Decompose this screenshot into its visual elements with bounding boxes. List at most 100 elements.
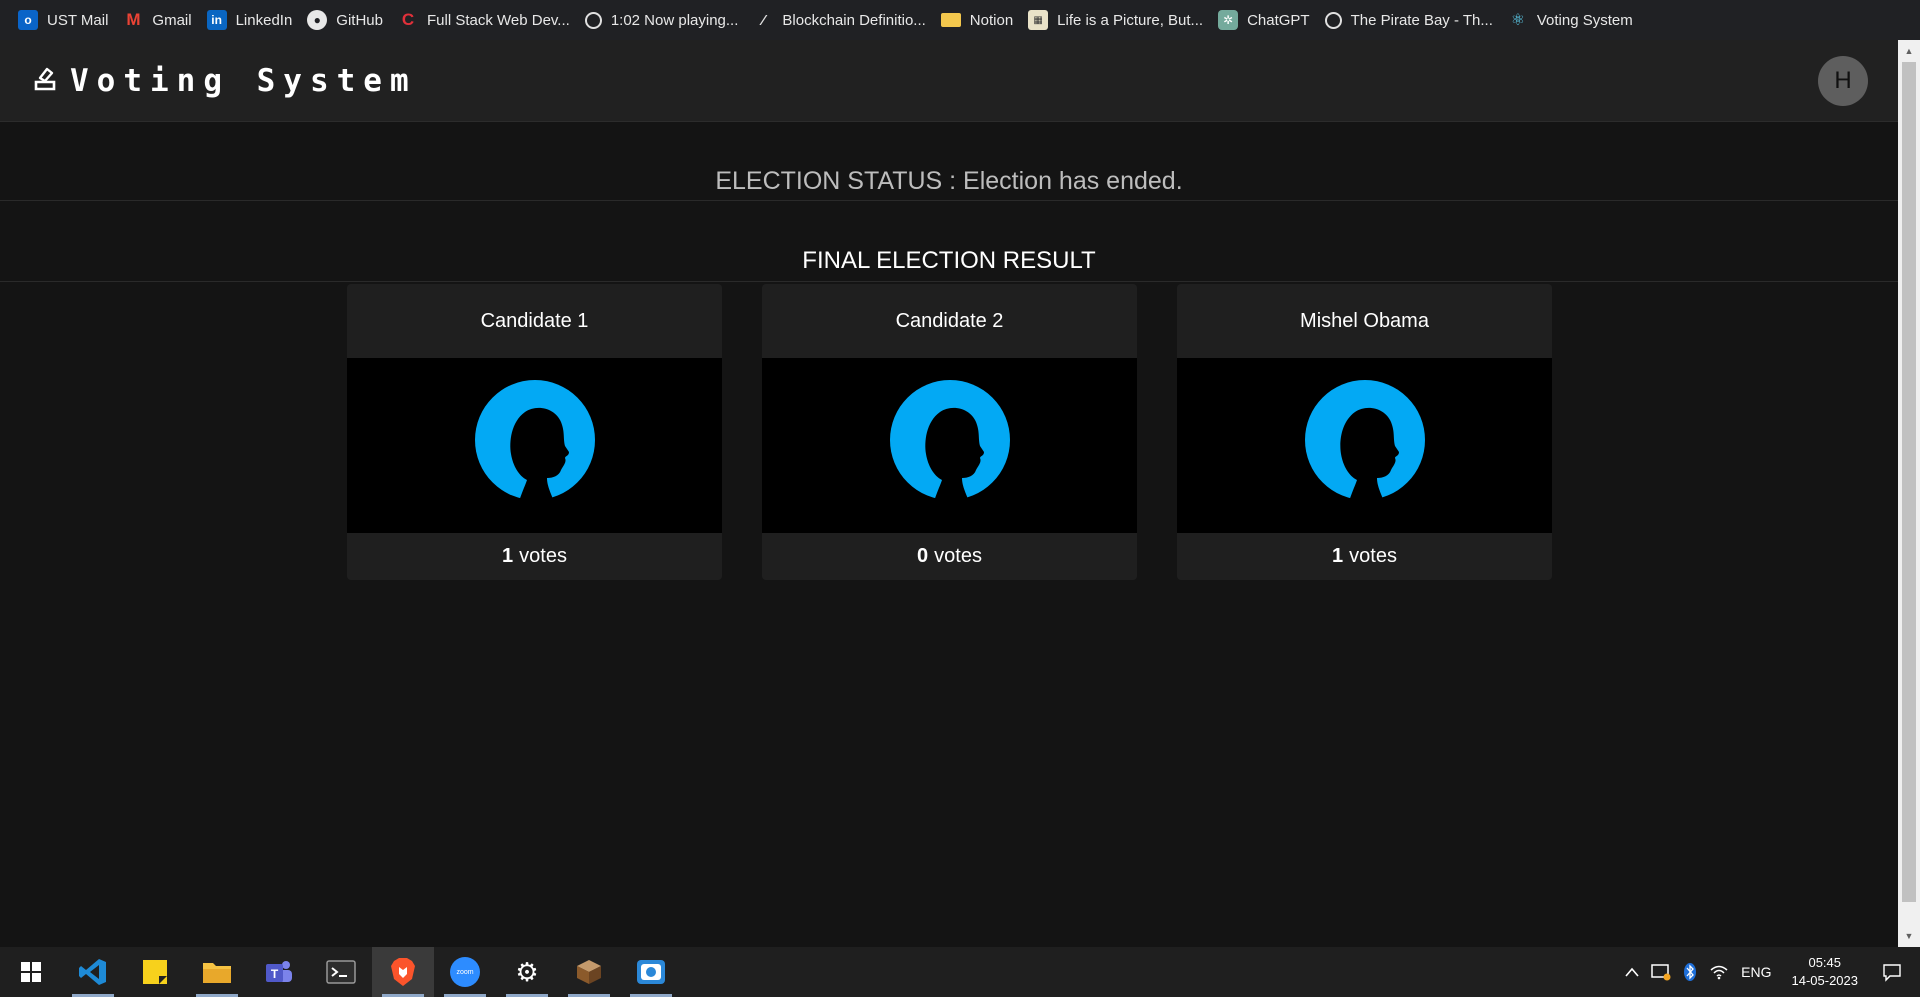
bookmark-github[interactable]: ● GitHub	[303, 5, 394, 35]
taskbar-settings[interactable]: ⚙	[496, 947, 558, 997]
chatgpt-icon: ✲	[1218, 10, 1239, 30]
candidate-card: Candidate 1 1 votes	[347, 284, 722, 580]
bookmark-gmail[interactable]: M Gmail	[119, 5, 202, 35]
bookmark-label: Blockchain Definitio...	[782, 11, 926, 29]
windows-taskbar: T zoom ⚙ ENG 05:45 14-05-2023	[0, 947, 1920, 997]
person-silhouette-icon	[889, 379, 1010, 508]
taskbar-screen-capture[interactable]	[620, 947, 682, 997]
vote-count: 0 votes	[762, 533, 1137, 580]
bookmark-now-playing[interactable]: 1:02 Now playing...	[581, 5, 750, 35]
bookmark-voting-system[interactable]: ⚛ Voting System	[1504, 5, 1644, 35]
clock[interactable]: 05:45 14-05-2023	[1778, 954, 1873, 990]
linkedin-icon: in	[206, 10, 227, 30]
investopedia-icon: ⁄	[762, 11, 765, 29]
result-title: FINAL ELECTION RESULT	[0, 201, 1898, 282]
bookmark-label: Notion	[969, 11, 1014, 29]
language-indicator[interactable]: ENG	[1735, 947, 1777, 997]
folder-icon	[203, 963, 231, 983]
bookmark-label: Life is a Picture, But...	[1057, 11, 1204, 29]
election-status: ELECTION STATUS : Election has ended.	[0, 122, 1898, 201]
bookmark-ust-mail[interactable]: o UST Mail	[14, 5, 119, 35]
system-tray: ENG 05:45 14-05-2023	[1619, 947, 1920, 997]
brand-link[interactable]: Voting System	[32, 63, 417, 99]
taskbar-teams[interactable]: T	[248, 947, 310, 997]
notification-monitor-icon[interactable]	[1645, 947, 1677, 997]
gmail-icon: M	[126, 10, 141, 29]
screen-capture-icon	[637, 960, 665, 984]
scrollbar-thumb[interactable]	[1902, 62, 1916, 902]
candidate-avatar-image	[347, 358, 722, 533]
avatar[interactable]: H	[1818, 56, 1868, 106]
vote-count: 1 votes	[1177, 533, 1552, 580]
bookmark-notion[interactable]: Notion	[937, 5, 1024, 35]
notifications-icon[interactable]	[1872, 947, 1920, 997]
bookmark-chatgpt[interactable]: ✲ ChatGPT	[1214, 5, 1321, 35]
person-silhouette-icon	[474, 379, 595, 508]
clock-date: 14-05-2023	[1791, 973, 1859, 988]
navbar: Voting System H	[0, 40, 1898, 122]
candidate-name: Candidate 2	[895, 309, 1004, 332]
svg-text:T: T	[271, 967, 279, 981]
taskbar-file-explorer[interactable]	[186, 947, 248, 997]
vscode-icon	[79, 959, 106, 985]
taskbar-vscode[interactable]	[62, 947, 124, 997]
globe-icon	[1324, 11, 1342, 29]
settings-icon: ⚙	[515, 956, 539, 987]
react-icon: ⚛	[1510, 12, 1526, 29]
taskbar-minecraft[interactable]	[558, 947, 620, 997]
bookmark-label: GitHub	[336, 11, 383, 29]
bookmark-label: Voting System	[1536, 11, 1633, 29]
bookmark-blockchain[interactable]: ⁄ Blockchain Definitio...	[749, 5, 936, 35]
comic-icon: ▦	[1028, 10, 1049, 30]
bookmark-label: 1:02 Now playing...	[610, 11, 739, 29]
scroll-up-arrow-icon[interactable]: ▲	[1898, 42, 1920, 60]
candidate-name: Mishel Obama	[1300, 309, 1429, 332]
scroll-down-arrow-icon[interactable]: ▼	[1898, 927, 1920, 945]
brave-icon	[391, 958, 415, 986]
vote-label: votes	[1349, 545, 1397, 567]
minecraft-icon	[577, 960, 601, 984]
clock-time: 05:45	[1808, 955, 1842, 970]
bookmark-label: LinkedIn	[235, 11, 293, 29]
bookmark-label: UST Mail	[47, 11, 109, 29]
taskbar-brave[interactable]	[372, 947, 434, 997]
bookmark-label: Gmail	[152, 11, 192, 29]
candidate-card: Candidate 2 0 votes	[762, 284, 1137, 580]
taskbar-terminal[interactable]	[310, 947, 372, 997]
candidate-card: Mishel Obama 1 votes	[1177, 284, 1552, 580]
bookmarks-bar: o UST Mail M Gmail in LinkedIn ● GitHub …	[0, 0, 1920, 40]
show-hidden-icons-chevron-up-icon[interactable]	[1619, 947, 1645, 997]
person-silhouette-icon	[1304, 379, 1425, 508]
github-icon: ●	[307, 10, 328, 30]
vote-number: 0	[917, 545, 929, 567]
folder-icon	[940, 13, 961, 27]
ballot-icon	[32, 65, 58, 96]
bookmark-label: Full Stack Web Dev...	[426, 11, 570, 29]
page-scrollbar[interactable]: ▲ ▼	[1898, 40, 1920, 947]
zoom-icon: zoom	[450, 957, 480, 987]
globe-icon	[584, 11, 602, 29]
bookmark-life-picture[interactable]: ▦ Life is a Picture, But...	[1024, 5, 1214, 35]
candidate-cards: Candidate 1 1 votes Candidate 2 0 votes …	[347, 284, 1552, 580]
taskbar-zoom[interactable]: zoom	[434, 947, 496, 997]
bluetooth-icon[interactable]	[1677, 947, 1703, 997]
candidate-name: Candidate 1	[480, 309, 589, 332]
candidate-avatar-image	[762, 358, 1137, 533]
teams-icon: T	[266, 961, 292, 982]
bookmark-pirate-bay[interactable]: The Pirate Bay - Th...	[1321, 5, 1504, 35]
terminal-icon	[326, 960, 356, 984]
bookmark-label: The Pirate Bay - Th...	[1350, 11, 1493, 29]
bookmark-full-stack[interactable]: C Full Stack Web Dev...	[394, 5, 581, 35]
vote-label: votes	[934, 545, 982, 567]
vote-number: 1	[502, 545, 514, 567]
codecademy-icon: C	[401, 10, 415, 29]
bookmark-label: ChatGPT	[1247, 11, 1310, 29]
vote-label: votes	[519, 545, 567, 567]
start-button[interactable]	[0, 947, 62, 997]
candidate-avatar-image	[1177, 358, 1552, 533]
taskbar-sticky-notes[interactable]	[124, 947, 186, 997]
vote-count: 1 votes	[347, 533, 722, 580]
wifi-icon[interactable]	[1703, 947, 1735, 997]
bookmark-linkedin[interactable]: in LinkedIn	[203, 5, 304, 35]
vote-number: 1	[1332, 545, 1344, 567]
